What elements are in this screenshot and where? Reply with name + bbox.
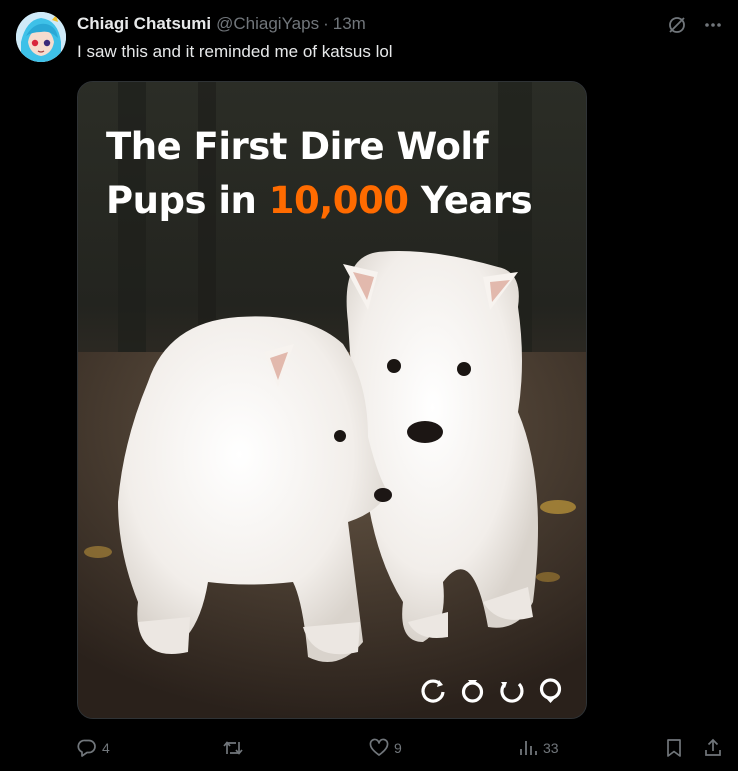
tweet-text: I saw this and it reminded me of katsus …	[77, 42, 393, 61]
heart-icon	[369, 738, 389, 756]
views-count: 33	[543, 740, 559, 756]
media-title-prefix: Pups in	[106, 179, 269, 222]
retweet-icon	[223, 741, 243, 755]
bookmark-icon	[667, 739, 681, 757]
media-title-accent: 10,000	[268, 179, 409, 222]
ring-logo-icon	[461, 680, 484, 703]
media-title-line2: Pups in 10,000 Years	[106, 174, 533, 228]
share-icon	[705, 738, 721, 756]
tweet[interactable]: Chiagi Chatsumi @ChiagiYaps · 13m I saw …	[0, 0, 738, 771]
reply-icon	[77, 739, 96, 757]
display-name[interactable]: Chiagi Chatsumi	[77, 14, 211, 34]
media-title-line1: The First Dire Wolf	[106, 125, 489, 168]
bookmark-button[interactable]	[664, 737, 684, 759]
tweet-actions: 4 9 33	[77, 737, 723, 759]
loop-logo-icon	[500, 682, 524, 703]
like-count: 9	[394, 740, 402, 756]
tweet-header: Chiagi Chatsumi @ChiagiYaps · 13m	[77, 14, 366, 34]
refresh-logo-icon	[421, 679, 445, 703]
separator-dot: ·	[323, 14, 329, 33]
like-button[interactable]: 9	[369, 737, 402, 759]
reply-button[interactable]: 4	[77, 737, 110, 759]
pin-logo-icon	[539, 678, 562, 703]
more-icon[interactable]	[702, 14, 724, 36]
user-handle[interactable]: @ChiagiYaps	[216, 14, 319, 34]
views-button[interactable]: 33	[518, 737, 559, 759]
tweet-media[interactable]: The First Dire Wolf Pups in 10,000 Years	[77, 81, 587, 719]
reply-count: 4	[102, 740, 110, 756]
media-logos	[420, 677, 564, 704]
retweet-button[interactable]	[222, 737, 249, 759]
share-button[interactable]	[703, 737, 723, 759]
grok-icon[interactable]	[666, 14, 688, 36]
avatar[interactable]	[16, 12, 66, 62]
analytics-icon	[520, 741, 537, 755]
media-title: The First Dire Wolf Pups in 10,000 Years	[106, 120, 533, 228]
timestamp[interactable]: 13m	[333, 14, 366, 34]
tweet-top-actions	[666, 14, 724, 36]
media-title-suffix: Years	[408, 179, 533, 222]
